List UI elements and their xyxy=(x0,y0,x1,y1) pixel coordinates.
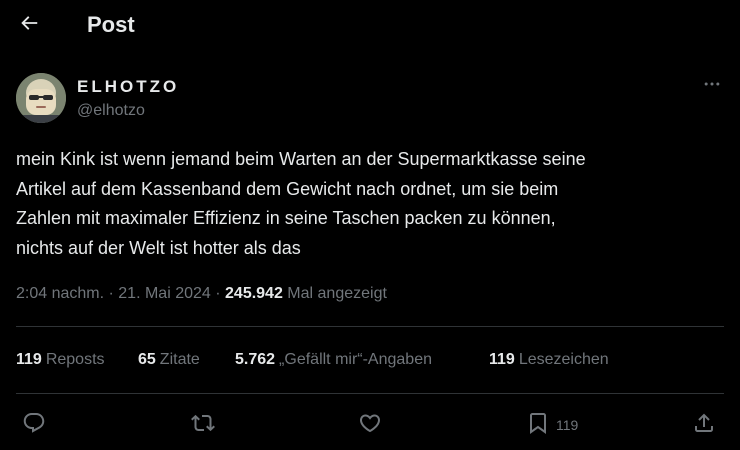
divider xyxy=(16,326,724,327)
bookmark-button[interactable]: 119 xyxy=(526,405,578,445)
author-display-name[interactable]: ELHOTZO xyxy=(77,77,179,97)
repost-icon xyxy=(191,411,215,440)
ellipsis-icon xyxy=(702,74,722,99)
likes-count: 5.762 xyxy=(235,351,276,368)
reply-icon xyxy=(22,411,46,440)
page-title: Post xyxy=(87,12,135,37)
post-text-line: Zahlen mit maximaler Effizienz in seine … xyxy=(16,208,556,228)
post-text-line: mein Kink ist wenn jemand beim Warten an… xyxy=(16,149,586,169)
quotes-count: 65 xyxy=(138,351,156,368)
repost-button[interactable] xyxy=(191,405,215,445)
post-date[interactable]: 21. Mai 2024 xyxy=(118,285,211,302)
post-text-line: Artikel auf dem Kassenband dem Gewicht n… xyxy=(16,178,559,199)
back-button[interactable] xyxy=(12,8,46,42)
reposts-label: Reposts xyxy=(45,351,105,368)
author-handle[interactable]: @elhotzo xyxy=(77,102,145,120)
share-button[interactable] xyxy=(692,405,716,445)
views-label: Mal angezeigt xyxy=(282,285,387,302)
post-meta: 2:04 nachm. · 21. Mai 2024 · 245.942 Mal… xyxy=(16,285,387,303)
avatar[interactable] xyxy=(16,73,66,123)
bookmarks-label: Lesezeichen xyxy=(518,351,609,368)
action-bar: 119 xyxy=(0,405,740,445)
likes-stat[interactable]: 5.762 „Gefällt mir“-Angaben xyxy=(235,351,432,369)
reposts-count: 119 xyxy=(16,351,42,368)
more-options-button[interactable] xyxy=(696,72,728,100)
heart-icon xyxy=(358,411,382,440)
post-text-line: nichts auf der Welt ist hotter als das xyxy=(16,237,301,258)
like-button[interactable] xyxy=(358,405,382,445)
reply-button[interactable] xyxy=(22,405,46,445)
post-text: mein Kink ist wenn jemand beim Warten an… xyxy=(16,145,728,263)
likes-label: „Gefällt mir“-Angaben xyxy=(279,351,432,368)
bookmark-icon xyxy=(526,411,550,440)
bookmark-count: 119 xyxy=(556,417,579,433)
share-icon xyxy=(692,411,716,440)
bookmarks-count: 119 xyxy=(489,351,515,368)
arrow-left-icon xyxy=(18,12,40,39)
bookmarks-stat[interactable]: 119 Lesezeichen xyxy=(489,351,609,369)
post-time[interactable]: 2:04 nachm. xyxy=(16,285,104,302)
reposts-stat[interactable]: 119 Reposts xyxy=(16,351,105,369)
meta-separator: · xyxy=(104,285,119,302)
divider xyxy=(16,393,724,394)
quotes-label: Zitate xyxy=(159,351,200,368)
top-bar: Post xyxy=(0,0,740,52)
quotes-stat[interactable]: 65 Zitate xyxy=(138,351,200,369)
meta-separator: · xyxy=(210,285,226,302)
views-count: 245.942 xyxy=(225,285,283,302)
